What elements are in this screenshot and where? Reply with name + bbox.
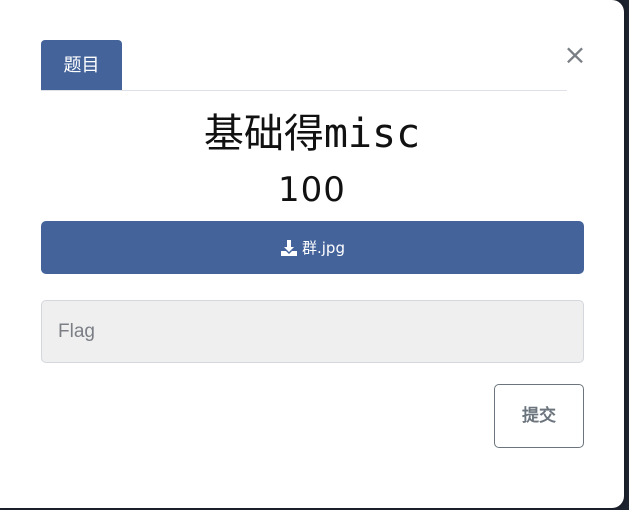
challenge-points: 100 [278, 170, 346, 210]
modal-tabs: 题目 [41, 40, 567, 91]
submit-button[interactable]: 提交 [494, 384, 584, 448]
download-file-label: 群.jpg [302, 239, 345, 257]
challenge-title: 基础得misc [203, 111, 421, 157]
close-icon[interactable]: × [562, 40, 588, 70]
download-file-button[interactable]: 群.jpg [41, 221, 584, 274]
tab-challenge[interactable]: 题目 [41, 40, 122, 90]
flag-input[interactable] [41, 300, 584, 363]
download-icon [281, 239, 297, 256]
challenge-modal: 题目 × 基础得misc 100 群.jpg 提交 [0, 0, 624, 508]
